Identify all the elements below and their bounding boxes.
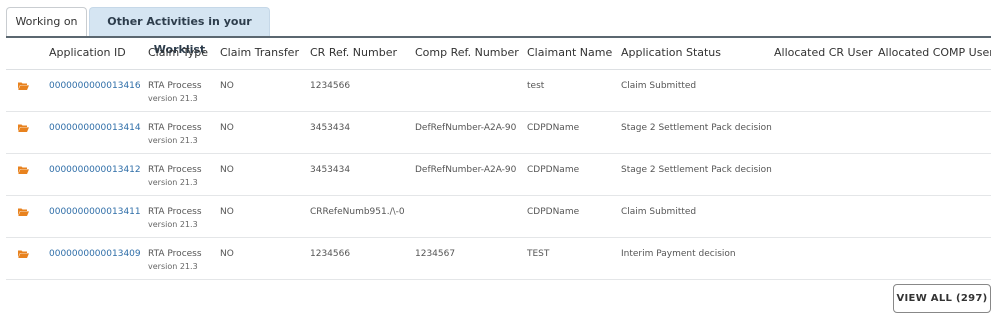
- header-claim-transfer: Claim Transfer: [218, 36, 308, 70]
- table-row[interactable]: 0000000000013409 RTA Process version 21.3 N…: [6, 237, 991, 280]
- claim-version: version 21.3: [148, 136, 198, 145]
- folder-open-icon[interactable]: [18, 166, 29, 174]
- header-claimant-name: Claimant Name: [525, 36, 619, 70]
- claim-type: RTA Process: [148, 123, 202, 133]
- allocated-comp-user-cell: [876, 69, 991, 112]
- row-icon-cell: [6, 195, 47, 238]
- comp-ref-number-cell: [413, 69, 525, 112]
- application-status-cell: Stage 2 Settlement Pack decision: [619, 111, 772, 154]
- claimant-name-cell: TEST: [525, 237, 619, 280]
- application-status-cell: Claim Submitted: [619, 195, 772, 238]
- folder-open-icon[interactable]: [18, 208, 29, 216]
- table-header-row: Application ID Claim Type Claim Transfer…: [6, 36, 991, 70]
- comp-ref-number-cell: DefRefNumber-A2A-90: [413, 153, 525, 196]
- header-claim-type: Claim Type: [146, 36, 218, 70]
- table-row[interactable]: 0000000000013411 RTA Process version 21.3 N…: [6, 195, 991, 238]
- claim-type: RTA Process: [148, 81, 202, 91]
- application-id-link[interactable]: 0000000000013412: [49, 165, 141, 175]
- claim-type-cell: RTA Process version 21.3: [146, 69, 218, 112]
- claim-type-cell: RTA Process version 21.3: [146, 195, 218, 238]
- allocated-cr-user-cell: [772, 111, 876, 154]
- table-row[interactable]: 0000000000013412 RTA Process version 21.3 N…: [6, 153, 991, 196]
- claim-version: version 21.3: [148, 94, 198, 103]
- claim-type: RTA Process: [148, 165, 202, 175]
- claim-type-cell: RTA Process version 21.3: [146, 111, 218, 154]
- claim-transfer-cell: NO: [218, 195, 308, 238]
- row-icon-cell: [6, 111, 47, 154]
- header-application-status: Application Status: [619, 36, 772, 70]
- worklist-table: Application ID Claim Type Claim Transfer…: [6, 36, 991, 280]
- claim-transfer-cell: NO: [218, 111, 308, 154]
- allocated-cr-user-cell: [772, 195, 876, 238]
- application-status-cell: Claim Submitted: [619, 69, 772, 112]
- claim-version: version 21.3: [148, 262, 198, 271]
- application-id-cell: 0000000000013414: [47, 111, 146, 154]
- table-row[interactable]: 0000000000013416 RTA Process version 21.3 N…: [6, 69, 991, 112]
- folder-open-icon[interactable]: [18, 250, 29, 258]
- application-id-cell: 0000000000013411: [47, 195, 146, 238]
- claim-type: RTA Process: [148, 249, 202, 259]
- application-status-cell: Stage 2 Settlement Pack decision: [619, 153, 772, 196]
- claim-version: version 21.3: [148, 220, 198, 229]
- header-cr-ref-number: CR Ref. Number: [308, 36, 413, 70]
- row-icon-cell: [6, 153, 47, 196]
- claimant-name-cell: CDPDName: [525, 195, 619, 238]
- worklist-tabs: Working on Other Activities in your Work…: [6, 7, 991, 56]
- application-status-cell: Interim Payment decision: [619, 237, 772, 280]
- application-id-link[interactable]: 0000000000013409: [49, 249, 141, 259]
- folder-open-icon[interactable]: [18, 124, 29, 132]
- application-id-link[interactable]: 0000000000013414: [49, 123, 141, 133]
- allocated-cr-user-cell: [772, 69, 876, 112]
- application-id-cell: 0000000000013412: [47, 153, 146, 196]
- claimant-name-cell: test: [525, 69, 619, 112]
- allocated-cr-user-cell: [772, 153, 876, 196]
- claimant-name-cell: CDPDName: [525, 111, 619, 154]
- claim-type-cell: RTA Process version 21.3: [146, 153, 218, 196]
- cr-ref-number-cell: 3453434: [308, 153, 413, 196]
- header-comp-ref-number: Comp Ref. Number: [413, 36, 525, 70]
- cr-ref-number-cell: 3453434: [308, 111, 413, 154]
- cr-ref-number-cell: 1234566: [308, 69, 413, 112]
- view-all-button[interactable]: VIEW ALL (297): [893, 284, 991, 313]
- tab-working-on[interactable]: Working on: [6, 7, 87, 36]
- claim-version: version 21.3: [148, 178, 198, 187]
- row-icon-cell: [6, 69, 47, 112]
- application-id-cell: 0000000000013416: [47, 69, 146, 112]
- cr-ref-number-cell: 1234566: [308, 237, 413, 280]
- application-id-link[interactable]: 0000000000013416: [49, 81, 141, 91]
- application-id-link[interactable]: 0000000000013411: [49, 207, 141, 217]
- allocated-cr-user-cell: [772, 237, 876, 280]
- header-application-id: Application ID: [47, 36, 146, 70]
- allocated-comp-user-cell: [876, 195, 991, 238]
- cr-ref-number-cell: CRRefeNumb951./\-0: [308, 195, 413, 238]
- claim-transfer-cell: NO: [218, 153, 308, 196]
- tab-other-activities[interactable]: Other Activities in your Worklist: [89, 7, 270, 56]
- comp-ref-number-cell: [413, 195, 525, 238]
- claim-type-cell: RTA Process version 21.3: [146, 237, 218, 280]
- claimant-name-cell: CDPDName: [525, 153, 619, 196]
- row-icon-cell: [6, 237, 47, 280]
- folder-open-icon[interactable]: [18, 82, 29, 90]
- comp-ref-number-cell: 1234567: [413, 237, 525, 280]
- table-row[interactable]: 0000000000013414 RTA Process version 21.3 N…: [6, 111, 991, 154]
- header-allocated-comp-user: Allocated COMP User: [876, 36, 991, 70]
- claim-transfer-cell: NO: [218, 69, 308, 112]
- application-id-cell: 0000000000013409: [47, 237, 146, 280]
- comp-ref-number-cell: DefRefNumber-A2A-90: [413, 111, 525, 154]
- allocated-comp-user-cell: [876, 237, 991, 280]
- header-icon-column: [6, 36, 47, 70]
- allocated-comp-user-cell: [876, 153, 991, 196]
- claim-type: RTA Process: [148, 207, 202, 217]
- allocated-comp-user-cell: [876, 111, 991, 154]
- claim-transfer-cell: NO: [218, 237, 308, 280]
- header-allocated-cr-user: Allocated CR User: [772, 36, 876, 70]
